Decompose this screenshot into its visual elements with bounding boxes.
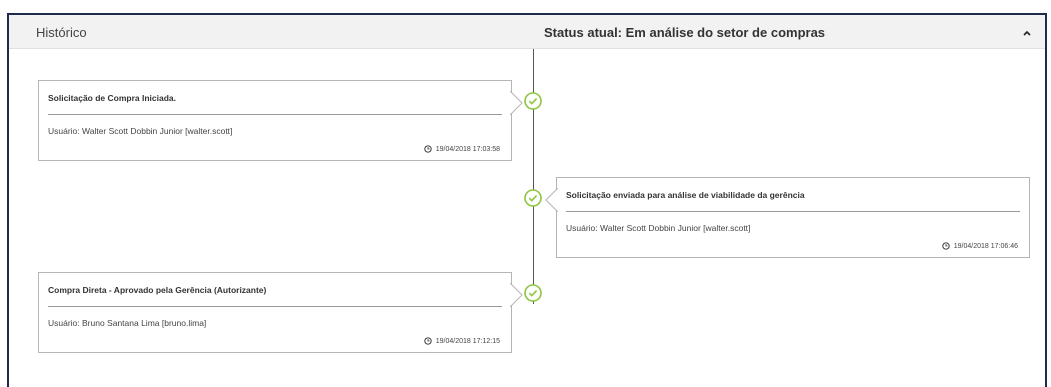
check-circle-icon [524,92,542,110]
card-user: Usuário: Walter Scott Dobbin Junior [wal… [566,223,751,233]
card-divider [48,306,502,307]
card-time-text: 19/04/2018 17:06:46 [953,242,1018,250]
chevron-up-icon[interactable] [1021,27,1033,39]
check-circle-icon [524,284,542,302]
clock-icon [942,242,950,250]
check-circle-icon [524,189,542,207]
panel-header[interactable]: Histórico Status atual: Em análise do se… [9,15,1045,49]
card-title: Solicitação enviada para análise de viab… [566,190,805,200]
card-title: Compra Direta - Aprovado pela Gerência (… [48,285,267,295]
clock-icon [424,337,432,345]
clock-icon [424,145,432,153]
card-timestamp: 19/04/2018 17:06:46 [942,242,1018,250]
timeline-line [533,49,534,304]
card-user: Usuário: Walter Scott Dobbin Junior [wal… [48,126,233,136]
card-time-text: 19/04/2018 17:03:58 [435,145,500,153]
card-pointer [545,188,558,212]
card-time-text: 19/04/2018 17:12:15 [435,337,500,345]
card-pointer [510,283,523,307]
card-title: Solicitação de Compra Iniciada. [48,93,177,103]
card-pointer [510,91,523,115]
card-divider [48,114,502,115]
timeline-card: Solicitação de Compra Iniciada. Usuário:… [38,80,523,161]
card-user: Usuário: Bruno Santana Lima [bruno.lima] [48,318,207,328]
card-timestamp: 19/04/2018 17:12:15 [424,337,500,345]
card-divider [566,211,1020,212]
current-status: Status atual: Em análise do setor de com… [544,25,826,40]
timeline-card: Solicitação enviada para análise de viab… [545,177,1030,258]
panel-title: Histórico [36,25,87,40]
card-timestamp: 19/04/2018 17:03:58 [424,145,500,153]
history-panel: Histórico Status atual: Em análise do se… [7,13,1047,387]
timeline-card: Compra Direta - Aprovado pela Gerência (… [38,272,523,353]
